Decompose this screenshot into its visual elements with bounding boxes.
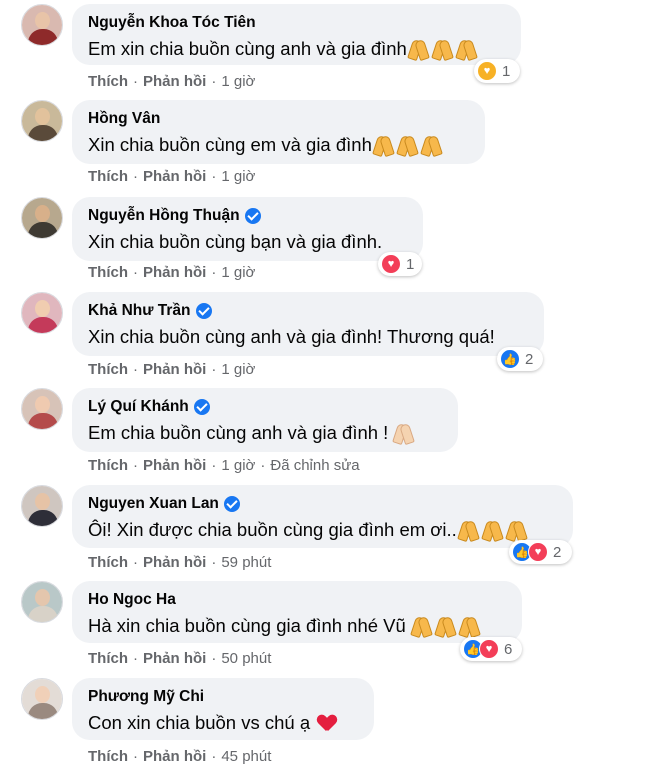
comment-bubble: Hồng Vân Xin chia buồn cùng em và gia đì…: [72, 100, 485, 164]
reaction-summary[interactable]: 👍 ♥ 2: [509, 540, 572, 564]
avatar[interactable]: [21, 197, 63, 239]
comment-time[interactable]: 1 giờ: [221, 264, 255, 282]
comment-actions: Thích · Phản hồi · 1 giờ: [88, 264, 256, 282]
pray-emoji-icon: [374, 135, 446, 155]
commenter-name[interactable]: Nguyễn Khoa Tóc Tiên: [88, 13, 256, 32]
like-icon: 👍: [500, 349, 520, 369]
reaction-count: 1: [406, 255, 415, 273]
verified-badge-icon: [195, 302, 212, 319]
commenter-name[interactable]: Khả Như Trần: [88, 301, 191, 320]
comment-time[interactable]: 1 giờ: [221, 73, 255, 91]
reaction-count: 1: [502, 62, 511, 80]
comment-text: Ôi! Xin được chia buồn cùng gia đình em …: [88, 519, 457, 540]
reaction-count: 2: [525, 350, 534, 368]
comment-text: Hà xin chia buồn cùng gia đình nhé Vũ: [88, 615, 406, 636]
comment-time[interactable]: 45 phút: [221, 748, 271, 766]
pray-emoji-icon: [409, 39, 481, 59]
reply-link[interactable]: Phản hồi: [143, 650, 206, 668]
verified-badge-icon: [244, 207, 261, 224]
commenter-name[interactable]: Phương Mỹ Chi: [88, 687, 204, 706]
like-link[interactable]: Thích: [88, 168, 128, 186]
reaction-summary[interactable]: 👍 2: [497, 347, 543, 371]
comment-text: Xin chia buồn cùng em và gia đình: [88, 134, 372, 155]
comment-actions: Thích · Phản hồi · 50 phút: [88, 650, 272, 668]
comment-actions: Thích · Phản hồi · 45 phút: [88, 748, 272, 766]
comment-bubble: Nguyễn Khoa Tóc Tiên Em xin chia buồn cù…: [72, 4, 521, 65]
heart-emoji-icon: [318, 715, 336, 732]
comment-text: Con xin chia buồn vs chú ạ: [88, 712, 311, 733]
like-link[interactable]: Thích: [88, 361, 128, 379]
comment-bubble: Lý Quí Khánh Em chia buồn cùng anh và gi…: [72, 388, 458, 452]
comment-actions: Thích · Phản hồi · 1 giờ · Đã chỉnh sửa: [88, 457, 360, 475]
like-link[interactable]: Thích: [88, 650, 128, 668]
reply-link[interactable]: Phản hồi: [143, 457, 206, 475]
reply-link[interactable]: Phản hồi: [143, 554, 206, 572]
comment-actions: Thích · Phản hồi · 1 giờ: [88, 168, 256, 186]
comment-time[interactable]: 1 giờ: [221, 457, 255, 475]
comment-text: Em xin chia buồn cùng anh và gia đình: [88, 38, 407, 59]
reaction-count: 2: [553, 543, 562, 561]
pray-emoji-icon: [459, 520, 531, 540]
comment-bubble: Nguyễn Hồng Thuận Xin chia buồn cùng bạn…: [72, 197, 423, 261]
avatar[interactable]: [21, 581, 63, 623]
reaction-summary[interactable]: 👍 ♥ 6: [460, 637, 522, 661]
pray-emoji-icon: [412, 616, 484, 636]
reaction-summary[interactable]: ♥ 1: [378, 252, 422, 276]
like-link[interactable]: Thích: [88, 554, 128, 572]
comment-time[interactable]: 1 giờ: [221, 168, 255, 186]
reply-link[interactable]: Phản hồi: [143, 361, 206, 379]
like-link[interactable]: Thích: [88, 264, 128, 282]
comment-time[interactable]: 50 phút: [221, 650, 271, 668]
comment-bubble: Nguyen Xuan Lan Ôi! Xin được chia buồn c…: [72, 485, 573, 548]
reply-link[interactable]: Phản hồi: [143, 748, 206, 766]
comment-text: Em chia buồn cùng anh và gia đình !: [88, 422, 389, 443]
comment-actions: Thích · Phản hồi · 1 giờ: [88, 361, 256, 379]
comment-bubble: Ho Ngoc Ha Hà xin chia buồn cùng gia đìn…: [72, 581, 522, 643]
verified-badge-icon: [223, 495, 240, 512]
like-link[interactable]: Thích: [88, 73, 128, 91]
comment-bubble: Phương Mỹ Chi Con xin chia buồn vs chú ạ: [72, 678, 374, 740]
love-icon: ♥: [381, 254, 401, 274]
love-icon: ♥: [528, 542, 548, 562]
care-icon: ♥: [477, 61, 497, 81]
verified-badge-icon: [193, 398, 210, 415]
like-link[interactable]: Thích: [88, 748, 128, 766]
avatar[interactable]: [21, 388, 63, 430]
comment-actions: Thích · Phản hồi · 1 giờ: [88, 73, 256, 91]
commenter-name[interactable]: Hồng Vân: [88, 109, 160, 128]
love-icon: ♥: [479, 639, 499, 659]
commenter-name[interactable]: Nguyen Xuan Lan: [88, 494, 219, 513]
like-link[interactable]: Thích: [88, 457, 128, 475]
avatar[interactable]: [21, 100, 63, 142]
reply-link[interactable]: Phản hồi: [143, 73, 206, 91]
avatar[interactable]: [21, 678, 63, 720]
avatar[interactable]: [21, 485, 63, 527]
comment-time[interactable]: 59 phút: [221, 554, 271, 572]
comment-bubble: Khả Như Trần Xin chia buồn cùng anh và g…: [72, 292, 544, 356]
commenter-name[interactable]: Nguyễn Hồng Thuận: [88, 206, 240, 225]
commenter-name[interactable]: Lý Quí Khánh: [88, 397, 189, 416]
avatar[interactable]: [21, 292, 63, 334]
comment-text: Xin chia buồn cùng anh và gia đình! Thươ…: [88, 326, 495, 347]
reaction-summary[interactable]: ♥ 1: [474, 59, 520, 83]
edited-label[interactable]: Đã chỉnh sửa: [270, 457, 359, 475]
comment-actions: Thích · Phản hồi · 59 phút: [88, 554, 272, 572]
pray-emoji-icon: [394, 423, 418, 443]
comment-text: Xin chia buồn cùng bạn và gia đình.: [88, 231, 383, 252]
reaction-count: 6: [504, 640, 513, 658]
reply-link[interactable]: Phản hồi: [143, 264, 206, 282]
commenter-name[interactable]: Ho Ngoc Ha: [88, 590, 176, 609]
comment-time[interactable]: 1 giờ: [221, 361, 255, 379]
avatar[interactable]: [21, 4, 63, 46]
reply-link[interactable]: Phản hồi: [143, 168, 206, 186]
